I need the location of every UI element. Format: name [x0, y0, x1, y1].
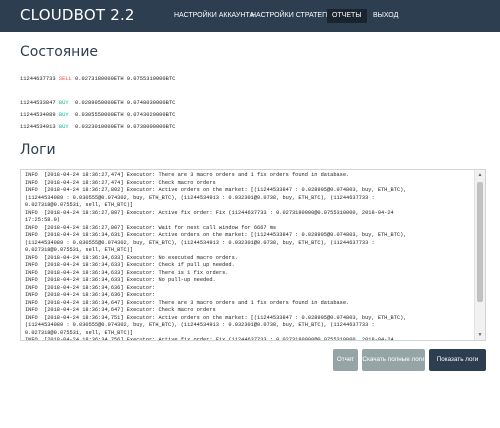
log-output-area[interactable]: INFO [2018-04-24 18:36:27,474] Executor:… [20, 169, 486, 341]
log-line: INFO [2018-04-24 18:36:34,636] Executor: [25, 292, 156, 298]
order-price: 0.0748030000BTC [126, 100, 176, 106]
log-line: INFO [2018-04-24 18:36:27,474] Executor:… [25, 172, 350, 178]
order-side: BUY [58, 112, 69, 118]
log-line: 0.027318@0.075531, sell, ETH_BTC)] [25, 329, 134, 336]
top-navbar: CLOUDBOT 2.2 НАСТРОЙКИ АККАУНТА НАСТРОЙК… [0, 0, 500, 32]
app-brand[interactable]: CLOUDBOT 2.2 [20, 6, 135, 24]
order-row: 11244637733 SELL 0.0273180000ETH 0.07553… [20, 76, 175, 82]
log-line: INFO [2018-04-24 18:36:34,633] Executor:… [25, 277, 216, 283]
download-full-logs-button[interactable]: Скачать полные логи [362, 349, 425, 371]
report-button[interactable]: Отчет [333, 349, 358, 371]
order-amount: 0.0289050000ETH [75, 100, 124, 106]
order-id: 11244533847 [20, 100, 56, 106]
order-amount: 0.0273180000ETH [75, 76, 124, 82]
log-line: (11244534089 : 0.030555@0.074302, buy, E… [25, 194, 375, 201]
nav-reports[interactable]: ОТЧЕТЫ [327, 9, 367, 23]
logs-section-title: Логи [20, 142, 56, 158]
log-line: INFO [2018-04-24 18:36:27,807] Executor:… [25, 209, 394, 216]
log-line: INFO [2018-04-24 18:36:34,636] Executor: [25, 284, 156, 291]
order-id: 11244534089 [20, 112, 56, 118]
log-line: INFO [2018-04-24 18:36:34,751] Executor:… [25, 314, 407, 321]
state-section-title: Состояние [20, 44, 99, 60]
log-line: INFO [2018-04-24 18:36:34,756] Executor:… [25, 337, 394, 341]
log-line: INFO [2018-04-24 18:36:27,807] Executor:… [25, 224, 277, 231]
log-line: INFO [2018-04-24 18:36:34,631] Executor:… [25, 232, 407, 238]
log-line: INFO [2018-04-24 18:36:27,802] Executor:… [25, 187, 407, 193]
order-side: BUY [58, 124, 69, 130]
log-line: INFO [2018-04-24 18:36:34,633] Executor:… [25, 262, 235, 268]
order-price: 0.0755310000BTC [126, 76, 176, 82]
order-side: SELL [58, 76, 72, 82]
order-price: 0.0743020000BTC [126, 112, 176, 118]
log-line: INFO [2018-04-24 18:36:34,647] Executor:… [25, 307, 216, 313]
log-line: INFO [2018-04-24 18:36:27,474] Executor:… [25, 179, 216, 186]
order-id: 11244637733 [20, 76, 56, 82]
order-row: 11244534089 BUY 0.0305550000ETH 0.074302… [20, 112, 175, 118]
scroll-down-arrow-icon[interactable]: ▼ [475, 330, 485, 340]
log-line: INFO [2018-04-24 18:36:34,647] Executor:… [25, 299, 350, 306]
scroll-up-arrow-icon[interactable]: ▲ [475, 170, 485, 180]
log-line: (11244534089 : 0.030555@0.074302, buy, E… [25, 239, 375, 246]
order-amount: 0.0323010000ETH [75, 124, 124, 130]
log-line: 0.027318@0.075531, sell, ETH_BTC)] [25, 202, 134, 208]
order-side: BUY [58, 100, 69, 106]
log-line: INFO [2018-04-24 18:36:34,633] Executor:… [25, 254, 238, 261]
log-scrollbar[interactable]: ▲ ▼ [474, 170, 485, 340]
log-line: INFO [2018-04-24 18:36:34,633] Executor:… [25, 269, 229, 276]
log-line: 0.027318@0.075531, sell, ETH_BTC)] [25, 247, 134, 253]
order-row: 11244533847 BUY 0.0289050000ETH 0.074803… [20, 100, 175, 106]
order-id: 11244534913 [20, 124, 56, 130]
show-logs-button[interactable]: Показать логи [429, 349, 486, 371]
log-line: 17:25:58.0) [25, 217, 60, 223]
order-price: 0.0738000000BTC [126, 124, 176, 130]
order-row: 11244534913 BUY 0.0323010000ETH 0.073800… [20, 124, 175, 130]
log-text: INFO [2018-04-24 18:36:27,474] Executor:… [25, 172, 473, 341]
order-amount: 0.0305550000ETH [75, 112, 124, 118]
scroll-thumb[interactable] [477, 182, 483, 302]
nav-logout[interactable]: ВЫХОД [368, 0, 403, 32]
log-line: (11244534089 : 0.030555@0.074302, buy, E… [25, 322, 375, 328]
